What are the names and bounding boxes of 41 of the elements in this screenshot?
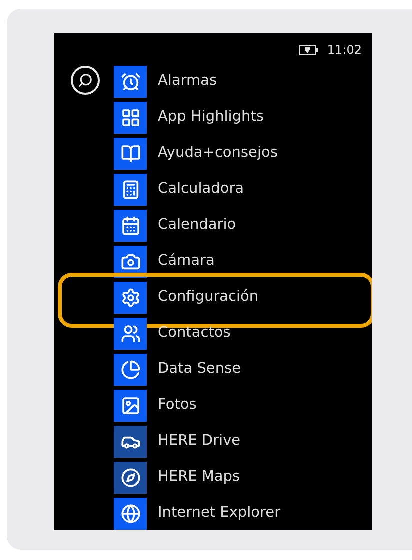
photo-icon bbox=[120, 396, 140, 416]
search-icon bbox=[78, 73, 92, 88]
app-tile[interactable] bbox=[114, 138, 147, 170]
app-label[interactable]: Configuración bbox=[158, 287, 259, 309]
app-label[interactable]: HERE Maps bbox=[158, 467, 240, 489]
app-tile[interactable] bbox=[114, 174, 147, 206]
app-label[interactable]: Internet Explorer bbox=[158, 503, 281, 525]
app-label[interactable]: App Highlights bbox=[158, 107, 264, 129]
app-tile[interactable] bbox=[114, 102, 147, 134]
app-tile[interactable] bbox=[114, 282, 147, 314]
app-tile[interactable] bbox=[114, 462, 147, 494]
pie-chart-icon bbox=[120, 360, 140, 380]
app-tile[interactable] bbox=[114, 354, 147, 386]
app-label[interactable]: Data Sense bbox=[158, 359, 242, 381]
app-tile[interactable] bbox=[114, 210, 147, 242]
people-icon bbox=[120, 324, 140, 344]
app-label[interactable]: Contactos bbox=[158, 323, 231, 345]
camera-icon bbox=[120, 252, 140, 272]
app-tile[interactable] bbox=[114, 426, 147, 458]
app-label[interactable]: Calculadora bbox=[158, 179, 244, 201]
battery-charging-icon bbox=[299, 44, 320, 54]
app-label[interactable]: Alarmas bbox=[158, 71, 218, 93]
app-tile[interactable] bbox=[114, 66, 147, 98]
settings-icon bbox=[120, 288, 140, 308]
app-tile[interactable] bbox=[114, 318, 147, 350]
app-tile[interactable] bbox=[114, 498, 147, 530]
grid-icon bbox=[120, 108, 140, 128]
compass-icon bbox=[120, 468, 140, 488]
alarm-clock-icon bbox=[120, 72, 140, 92]
status-time: 11:02 bbox=[327, 42, 362, 58]
app-label[interactable]: Cámara bbox=[158, 251, 215, 273]
search-button[interactable] bbox=[70, 66, 100, 95]
calendar-icon bbox=[120, 216, 140, 236]
calculator-icon bbox=[120, 180, 140, 200]
book-icon bbox=[120, 144, 140, 164]
app-label[interactable]: HERE Drive bbox=[158, 431, 241, 453]
app-label[interactable]: Fotos bbox=[158, 395, 197, 417]
app-label[interactable]: Ayuda+consejos bbox=[158, 143, 278, 165]
globe-icon bbox=[120, 504, 140, 524]
app-tile[interactable] bbox=[114, 390, 147, 422]
app-label[interactable]: Calendario bbox=[158, 215, 236, 237]
